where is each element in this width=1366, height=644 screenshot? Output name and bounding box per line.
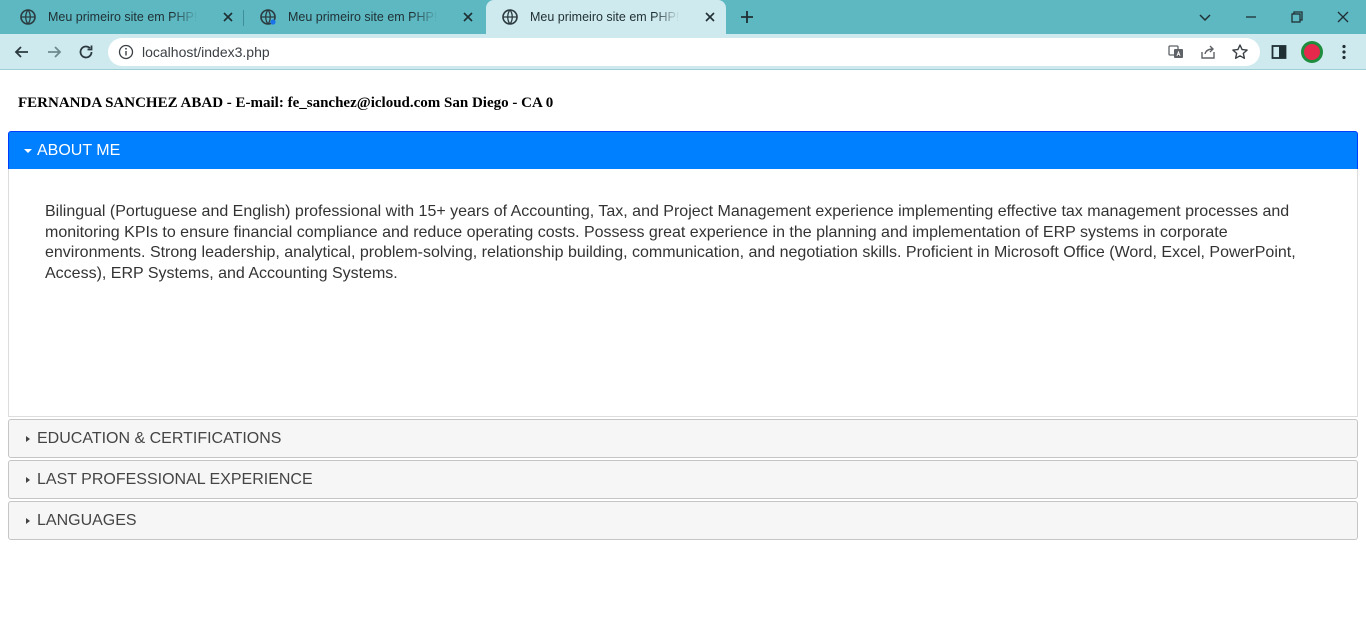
page-header: FERNANDA SANCHEZ ABAD - E-mail: fe_sanch… <box>18 95 554 111</box>
accordion-header-about-me[interactable]: ABOUT ME <box>8 131 1358 170</box>
address-bar[interactable]: localhost/index3.php <box>108 38 1260 66</box>
tab-title: Meu primeiro site em PHP! Wooh <box>288 10 438 24</box>
share-icon[interactable] <box>1199 43 1217 61</box>
tab-search-chevron-icon[interactable] <box>1196 8 1214 26</box>
site-info-icon[interactable] <box>118 44 134 60</box>
accordion-title: ABOUT ME <box>37 141 121 159</box>
browser-tab[interactable]: Meu primeiro site em PHP! Wooh <box>4 0 244 34</box>
accordion-title: LANGUAGES <box>37 511 137 529</box>
accordion-header-languages[interactable]: LANGUAGES <box>8 501 1358 540</box>
close-icon[interactable] <box>462 11 474 23</box>
bookmark-star-icon[interactable] <box>1231 43 1249 61</box>
new-tab-plus-icon[interactable] <box>738 8 756 26</box>
browser-tab[interactable]: Meu primeiro site em PHP! Wooh <box>244 0 484 34</box>
restore-icon[interactable] <box>1288 8 1306 26</box>
accordion-header-experience[interactable]: LAST PROFESSIONAL EXPERIENCE <box>8 460 1358 499</box>
address-url: localhost/index3.php <box>142 44 270 60</box>
browser-tab-strip: Meu primeiro site em PHP! Wooh Meu prime… <box>0 0 1366 34</box>
close-icon[interactable] <box>222 11 234 23</box>
side-panel-icon[interactable] <box>1269 42 1289 62</box>
minimize-icon[interactable] <box>1242 8 1260 26</box>
reload-icon[interactable] <box>76 42 96 62</box>
close-window-icon[interactable] <box>1334 8 1352 26</box>
accordion-title: EDUCATION & CERTIFICATIONS <box>37 429 282 447</box>
caret-right-icon <box>26 476 30 483</box>
translate-icon[interactable] <box>1167 43 1185 61</box>
caret-right-icon <box>26 517 30 524</box>
forward-arrow-icon[interactable] <box>44 42 64 62</box>
tab-title: Meu primeiro site em PHP! Wooh <box>48 10 198 24</box>
globe-icon <box>502 9 518 25</box>
tab-title: Meu primeiro site em PHP! Wooh <box>530 10 680 24</box>
profile-avatar[interactable] <box>1301 41 1323 63</box>
caret-right-icon <box>26 435 30 442</box>
more-menu-icon[interactable] <box>1334 42 1354 62</box>
close-icon[interactable] <box>704 11 716 23</box>
browser-toolbar: localhost/index3.php <box>0 34 1366 70</box>
accordion-panel-about-me: Bilingual (Portuguese and English) profe… <box>8 169 1358 417</box>
back-arrow-icon[interactable] <box>12 42 32 62</box>
accordion-header-education[interactable]: EDUCATION & CERTIFICATIONS <box>8 419 1358 458</box>
accordion-title: LAST PROFESSIONAL EXPERIENCE <box>37 470 313 488</box>
browser-tab-active[interactable]: Meu primeiro site em PHP! Wooh <box>486 0 726 34</box>
globe-icon <box>20 9 36 25</box>
about-me-text: Bilingual (Portuguese and English) profe… <box>45 203 1296 282</box>
globe-loading-icon <box>260 9 276 25</box>
caret-down-icon <box>24 148 32 153</box>
